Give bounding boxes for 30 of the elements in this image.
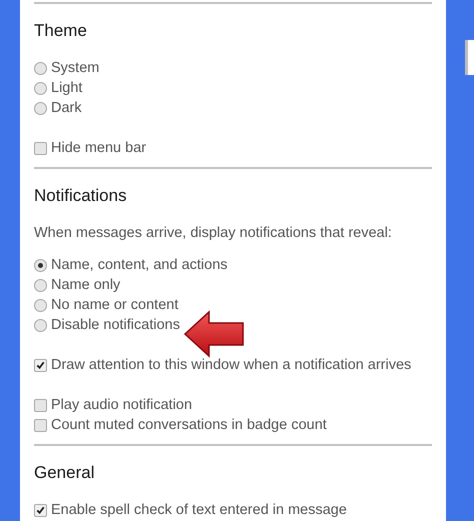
arrow-icon — [183, 310, 245, 358]
checkbox-label[interactable]: Play audio notification — [51, 397, 192, 413]
radio-label[interactable]: Dark — [51, 100, 82, 116]
radio-label[interactable]: No name or content — [51, 297, 178, 313]
section-heading: Theme — [34, 20, 88, 42]
checkbox[interactable] — [34, 418, 47, 432]
radio-button[interactable] — [34, 62, 47, 74]
window-edge — [465, 40, 474, 75]
section-heading: General — [34, 462, 96, 484]
checkbox-label[interactable]: Draw attention to this window when a notification arrives — [51, 357, 412, 373]
radio-button[interactable] — [34, 258, 47, 272]
radio-label[interactable]: Name only — [51, 277, 120, 293]
checkbox[interactable] — [34, 142, 47, 154]
checkbox[interactable] — [34, 398, 47, 412]
radio-label[interactable]: Name, content, and actions — [51, 257, 228, 273]
radio-label[interactable]: Disable notifications — [51, 317, 180, 333]
radio-button[interactable] — [34, 82, 47, 94]
radio-button[interactable] — [34, 102, 47, 114]
checkbox-label[interactable]: Hide menu bar — [51, 140, 146, 156]
checkbox[interactable] — [34, 504, 47, 516]
section-heading: Notifications — [34, 185, 128, 207]
checkbox[interactable] — [34, 358, 47, 372]
radio-button[interactable] — [34, 298, 47, 312]
section-description: When messages arrive, display notifications that reveal: — [34, 224, 393, 243]
radio-button[interactable] — [34, 278, 47, 292]
radio-label[interactable]: Light — [51, 80, 82, 96]
radio-button[interactable] — [34, 318, 47, 332]
checkbox-label[interactable]: Enable spell check of text entered in message — [51, 502, 347, 518]
radio-label[interactable]: System — [51, 60, 100, 76]
checkbox-label[interactable]: Count muted conversations in badge count — [51, 417, 327, 433]
